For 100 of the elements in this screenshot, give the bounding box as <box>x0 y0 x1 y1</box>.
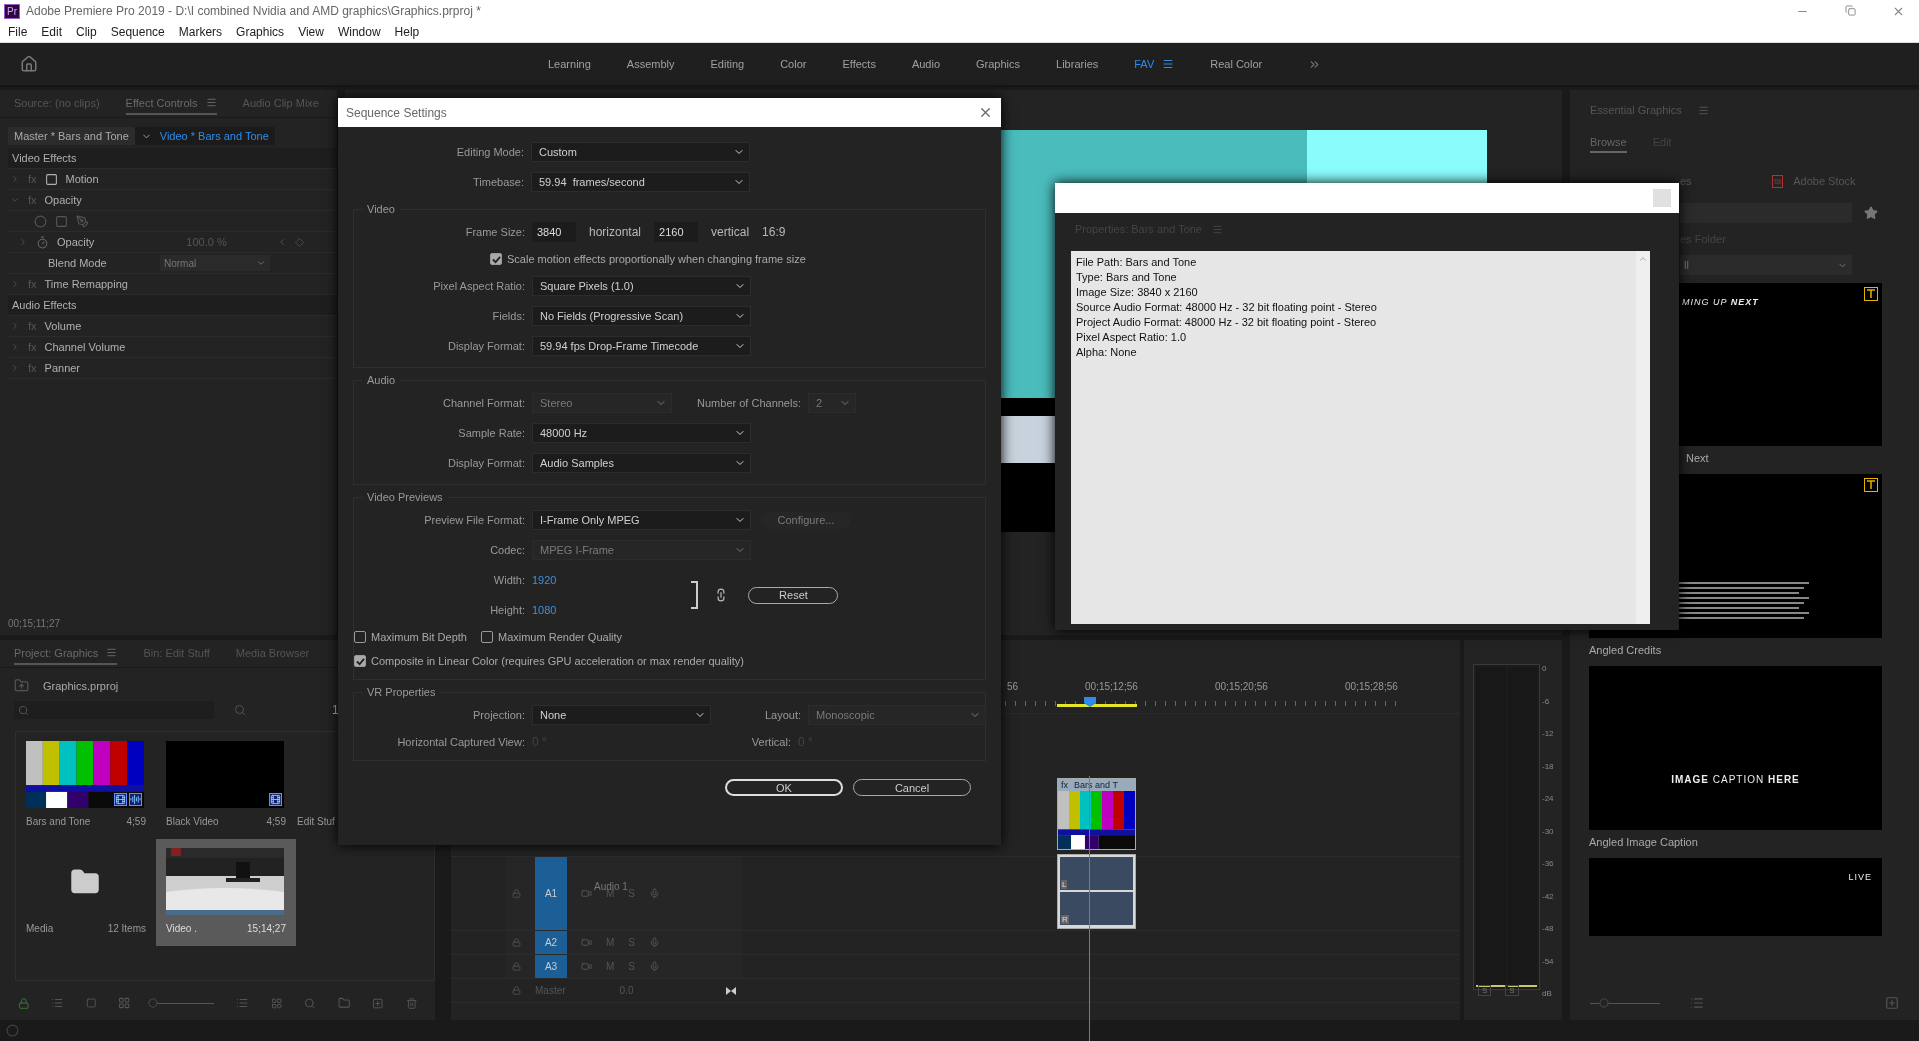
menu-item[interactable]: Help <box>394 25 420 39</box>
home-icon[interactable] <box>20 55 38 73</box>
voice-over-icon[interactable] <box>649 937 660 948</box>
checkbox[interactable] <box>490 253 502 265</box>
menu-item[interactable]: Edit <box>41 25 63 39</box>
rectangle-mask-icon[interactable] <box>55 214 68 228</box>
parent-folder-icon[interactable] <box>14 678 29 693</box>
dropdown[interactable]: Monoscopic <box>808 705 986 725</box>
reset-button[interactable]: Reset <box>748 586 839 604</box>
menu-item[interactable]: View <box>298 25 324 39</box>
dropdown[interactable]: 59.94 frames/second <box>531 172 750 192</box>
expand-chevron-icon[interactable] <box>10 279 20 289</box>
stopwatch-icon[interactable] <box>36 235 49 249</box>
lock-icon[interactable] <box>512 889 521 898</box>
menu-item[interactable]: Markers <box>178 25 223 39</box>
solo-button[interactable]: S <box>1505 985 1519 996</box>
trash-icon[interactable] <box>405 996 417 1010</box>
dropdown[interactable]: Square Pixels (1.0) <box>532 276 751 296</box>
find-icon[interactable] <box>234 704 246 716</box>
voice-over-icon[interactable] <box>649 888 660 899</box>
sync-lock-icon[interactable] <box>581 961 592 972</box>
search-field[interactable] <box>1680 203 1852 223</box>
cancel-button[interactable]: Cancel <box>853 779 971 796</box>
freeform-view-icon[interactable] <box>118 996 131 1010</box>
new-bin-icon[interactable] <box>337 996 351 1010</box>
dropdown[interactable]: Audio Samples <box>532 453 751 473</box>
track-target[interactable]: A1 <box>535 857 567 930</box>
field-value[interactable]: 1080 <box>532 604 557 616</box>
transform-icon[interactable] <box>44 172 58 186</box>
scrollbar[interactable] <box>1636 251 1650 624</box>
ellipse-mask-icon[interactable] <box>34 214 47 228</box>
project-item[interactable]: Black Video 4;59 <box>156 732 296 839</box>
workspace-tab[interactable]: FAV <box>1134 58 1155 70</box>
dropdown[interactable]: 48000 Hz <box>532 423 751 443</box>
input-field[interactable]: 3840 <box>532 222 576 242</box>
find-icon[interactable] <box>304 996 316 1010</box>
template-thumbnail[interactable]: LIVE <box>1589 858 1882 936</box>
master-clip-tab[interactable]: Master * Bars and Tone <box>8 127 135 145</box>
panel-tab[interactable]: Effect Controls <box>125 92 217 115</box>
expand-chevron-icon[interactable] <box>10 321 20 331</box>
workspace-tab[interactable]: Color <box>780 58 807 70</box>
menu-item[interactable]: File <box>8 25 28 39</box>
dropdown[interactable]: No Fields (Progressive Scan) <box>532 306 751 326</box>
sort-icon[interactable] <box>1690 996 1704 1010</box>
input-field[interactable]: 2160 <box>654 222 699 242</box>
menu-item[interactable]: Graphics <box>236 25 285 39</box>
workspace-tab[interactable]: Graphics <box>976 58 1021 70</box>
menu-item[interactable]: Window <box>337 25 381 39</box>
menu-icon[interactable] <box>106 647 118 658</box>
expand-chevron-icon[interactable] <box>10 342 20 352</box>
menu-item[interactable]: Clip <box>76 25 97 39</box>
slider-thumb[interactable] <box>1599 998 1609 1008</box>
new-item-icon[interactable] <box>1885 996 1899 1010</box>
solo-button[interactable]: S <box>1478 985 1492 996</box>
scroll-up-icon[interactable] <box>1638 254 1648 264</box>
lock-icon[interactable] <box>512 962 521 971</box>
close-button[interactable] <box>1653 189 1671 207</box>
audio-clip[interactable]: L R <box>1057 854 1136 929</box>
menu-item[interactable]: Sequence <box>110 25 165 39</box>
ok-button[interactable]: OK <box>725 779 843 796</box>
checkbox[interactable] <box>354 655 366 667</box>
workspace-tab[interactable]: Libraries <box>1056 58 1099 70</box>
sequence-clip-tab[interactable]: Video * Bars and Tone <box>134 127 275 145</box>
keyframe-icon[interactable] <box>294 237 304 247</box>
expand-chevron-icon[interactable] <box>10 363 20 373</box>
sort-icon[interactable] <box>236 996 249 1010</box>
pen-mask-icon[interactable] <box>76 214 89 228</box>
field-value[interactable]: 1920 <box>532 574 557 586</box>
icon-view-icon[interactable] <box>85 997 97 1009</box>
playhead-handle[interactable] <box>1084 697 1096 707</box>
list-view-icon[interactable] <box>51 996 64 1010</box>
workspace-tab[interactable]: Real Color <box>1210 58 1263 70</box>
checkbox[interactable] <box>354 631 366 643</box>
project-item[interactable]: Bars and Tone 4;59 <box>16 732 156 839</box>
lock-icon[interactable] <box>512 938 521 947</box>
restore-icon[interactable] <box>1845 4 1856 16</box>
menu-icon[interactable] <box>1162 58 1175 70</box>
sync-lock-icon[interactable] <box>581 937 592 948</box>
project-item[interactable]: Media 12 Items <box>16 839 156 946</box>
collapse-icon[interactable] <box>726 986 736 995</box>
workspace-tab[interactable]: Editing <box>710 58 745 70</box>
expand-chevron-icon[interactable] <box>10 174 20 184</box>
lock-icon[interactable] <box>512 986 521 995</box>
new-item-icon[interactable] <box>372 996 384 1010</box>
star-icon[interactable] <box>1864 206 1878 220</box>
dropdown[interactable]: 59.94 fps Drop-Frame Timecode <box>532 336 751 356</box>
zoom-slider[interactable] <box>1590 998 1660 1008</box>
close-icon[interactable] <box>978 105 993 120</box>
lock-icon[interactable] <box>18 996 30 1010</box>
workspace-tab[interactable]: Learning <box>548 58 591 70</box>
project-item[interactable]: Video . 15;14;27 <box>156 839 296 946</box>
voice-over-icon[interactable] <box>649 961 660 972</box>
checkbox[interactable] <box>481 631 493 643</box>
expand-chevron-icon[interactable] <box>18 237 28 247</box>
dropdown[interactable]: Custom <box>531 142 750 162</box>
slider-thumb[interactable] <box>147 998 158 1008</box>
workspace-tab[interactable]: Audio <box>911 58 941 70</box>
track-target[interactable]: A3 <box>535 955 567 978</box>
workspace-tab[interactable]: Assembly <box>626 58 675 70</box>
dropdown[interactable]: None <box>532 705 711 725</box>
